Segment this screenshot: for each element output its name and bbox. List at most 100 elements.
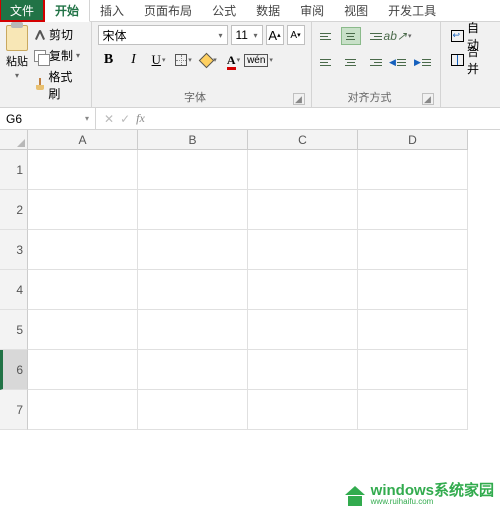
row-header[interactable]: 3 <box>0 230 28 270</box>
paste-button[interactable]: 粘贴 ▾ <box>6 25 28 103</box>
cell[interactable] <box>138 270 248 310</box>
phonetic-guide-button[interactable]: wén▾ <box>248 49 270 71</box>
cell[interactable] <box>248 270 358 310</box>
underline-button[interactable]: U▾ <box>148 49 170 71</box>
align-center-button[interactable] <box>341 53 361 71</box>
cut-label: 剪切 <box>49 26 73 43</box>
row-header[interactable]: 7 <box>0 390 28 430</box>
cell[interactable] <box>358 310 468 350</box>
cell[interactable] <box>138 390 248 430</box>
column-header[interactable]: A <box>28 130 138 150</box>
row-header[interactable]: 6 <box>0 350 28 390</box>
tab-file[interactable]: 文件 <box>0 0 44 21</box>
cell[interactable] <box>28 310 138 350</box>
tab-insert[interactable]: 插入 <box>90 0 134 21</box>
paste-label: 粘贴 <box>6 53 28 69</box>
ribbon-tabs: 文件 开始 插入 页面布局 公式 数据 审阅 视图 开发工具 <box>0 0 500 22</box>
name-box[interactable]: G6 ▾ <box>0 108 96 129</box>
brush-icon <box>34 78 45 92</box>
cell[interactable] <box>358 350 468 390</box>
fill-color-button[interactable]: ▾ <box>198 49 220 71</box>
cell[interactable] <box>248 390 358 430</box>
cell[interactable] <box>28 190 138 230</box>
align-right-button[interactable] <box>364 53 384 71</box>
worksheet-grid: A B C D 1 2 3 4 5 6 7 <box>0 130 500 510</box>
paste-dropdown-icon[interactable]: ▾ <box>15 71 19 80</box>
cell[interactable] <box>358 230 468 270</box>
cell[interactable] <box>28 350 138 390</box>
cell[interactable] <box>138 190 248 230</box>
row-header[interactable]: 4 <box>0 270 28 310</box>
decrease-font-button[interactable]: A▾ <box>287 25 305 45</box>
align-left-button[interactable] <box>318 53 338 71</box>
align-top-button[interactable] <box>318 27 338 45</box>
tab-data[interactable]: 数据 <box>246 0 290 21</box>
formula-input[interactable] <box>153 108 500 129</box>
font-dialog-launcher[interactable]: ◢ <box>293 93 305 105</box>
row-header[interactable]: 5 <box>0 310 28 350</box>
tab-review[interactable]: 审阅 <box>290 0 334 21</box>
cell[interactable] <box>358 270 468 310</box>
house-icon <box>346 484 368 506</box>
tab-page-layout[interactable]: 页面布局 <box>134 0 202 21</box>
format-painter-button[interactable]: 格式刷 <box>32 67 85 103</box>
bold-button[interactable]: B <box>98 49 120 71</box>
cell[interactable] <box>138 310 248 350</box>
tab-developer[interactable]: 开发工具 <box>378 0 446 21</box>
merge-cells-icon <box>451 54 465 66</box>
decrease-indent-button[interactable]: ◀ <box>387 51 409 73</box>
alignment-dialog-launcher[interactable]: ◢ <box>422 93 434 105</box>
cell[interactable] <box>248 310 358 350</box>
column-header[interactable]: C <box>248 130 358 150</box>
font-color-button[interactable]: A▾ <box>223 49 245 71</box>
cell[interactable] <box>28 270 138 310</box>
font-size-value: 11 <box>234 28 252 42</box>
cell[interactable] <box>248 350 358 390</box>
wrap-text-icon <box>451 30 465 42</box>
cell[interactable] <box>248 230 358 270</box>
font-size-combo[interactable]: 11 ▾ <box>231 25 263 45</box>
bold-icon: B <box>104 52 113 68</box>
cell[interactable] <box>28 150 138 190</box>
cancel-formula-button[interactable]: ✕ <box>104 112 114 126</box>
cell[interactable] <box>358 150 468 190</box>
copy-dropdown-icon[interactable]: ▾ <box>76 51 80 60</box>
cell[interactable] <box>138 230 248 270</box>
borders-button[interactable]: ▾ <box>173 49 195 71</box>
cell[interactable] <box>138 150 248 190</box>
fill-icon <box>200 54 212 66</box>
cell[interactable] <box>28 390 138 430</box>
align-middle-button[interactable] <box>341 27 361 45</box>
cell[interactable] <box>248 190 358 230</box>
group-alignment-title: 对齐方式 <box>318 87 422 105</box>
ribbon: 粘贴 ▾ 剪切 复制 ▾ 格式刷 剪贴板 ◢ <box>0 22 500 108</box>
watermark-title: windows系统家园 <box>371 483 494 498</box>
copy-button[interactable]: 复制 ▾ <box>32 46 85 65</box>
row-header[interactable]: 2 <box>0 190 28 230</box>
align-bottom-button[interactable] <box>364 27 384 45</box>
tab-home[interactable]: 开始 <box>44 0 90 22</box>
merge-cells-button[interactable]: 合并 <box>447 49 495 71</box>
cell[interactable] <box>358 390 468 430</box>
fx-icon[interactable]: fx <box>136 111 145 126</box>
cell[interactable] <box>28 230 138 270</box>
tab-view[interactable]: 视图 <box>334 0 378 21</box>
cut-button[interactable]: 剪切 <box>32 25 85 44</box>
enter-formula-button[interactable]: ✓ <box>120 112 130 126</box>
cell[interactable] <box>138 350 248 390</box>
row-header[interactable]: 1 <box>0 150 28 190</box>
watermark-url: www.ruihaifu.com <box>371 498 494 506</box>
increase-indent-button[interactable]: ▶ <box>412 51 434 73</box>
italic-button[interactable]: I <box>123 49 145 71</box>
orientation-button[interactable]: ab↗▾ <box>387 25 409 47</box>
column-header[interactable]: B <box>138 130 248 150</box>
tab-formulas[interactable]: 公式 <box>202 0 246 21</box>
increase-font-button[interactable]: A▴ <box>266 25 284 45</box>
scissors-icon <box>34 29 46 41</box>
cell[interactable] <box>248 150 358 190</box>
column-header[interactable]: D <box>358 130 468 150</box>
font-name-value: 宋体 <box>101 27 217 44</box>
font-name-combo[interactable]: 宋体 ▾ <box>98 25 228 45</box>
cell[interactable] <box>358 190 468 230</box>
select-all-button[interactable] <box>0 130 28 150</box>
